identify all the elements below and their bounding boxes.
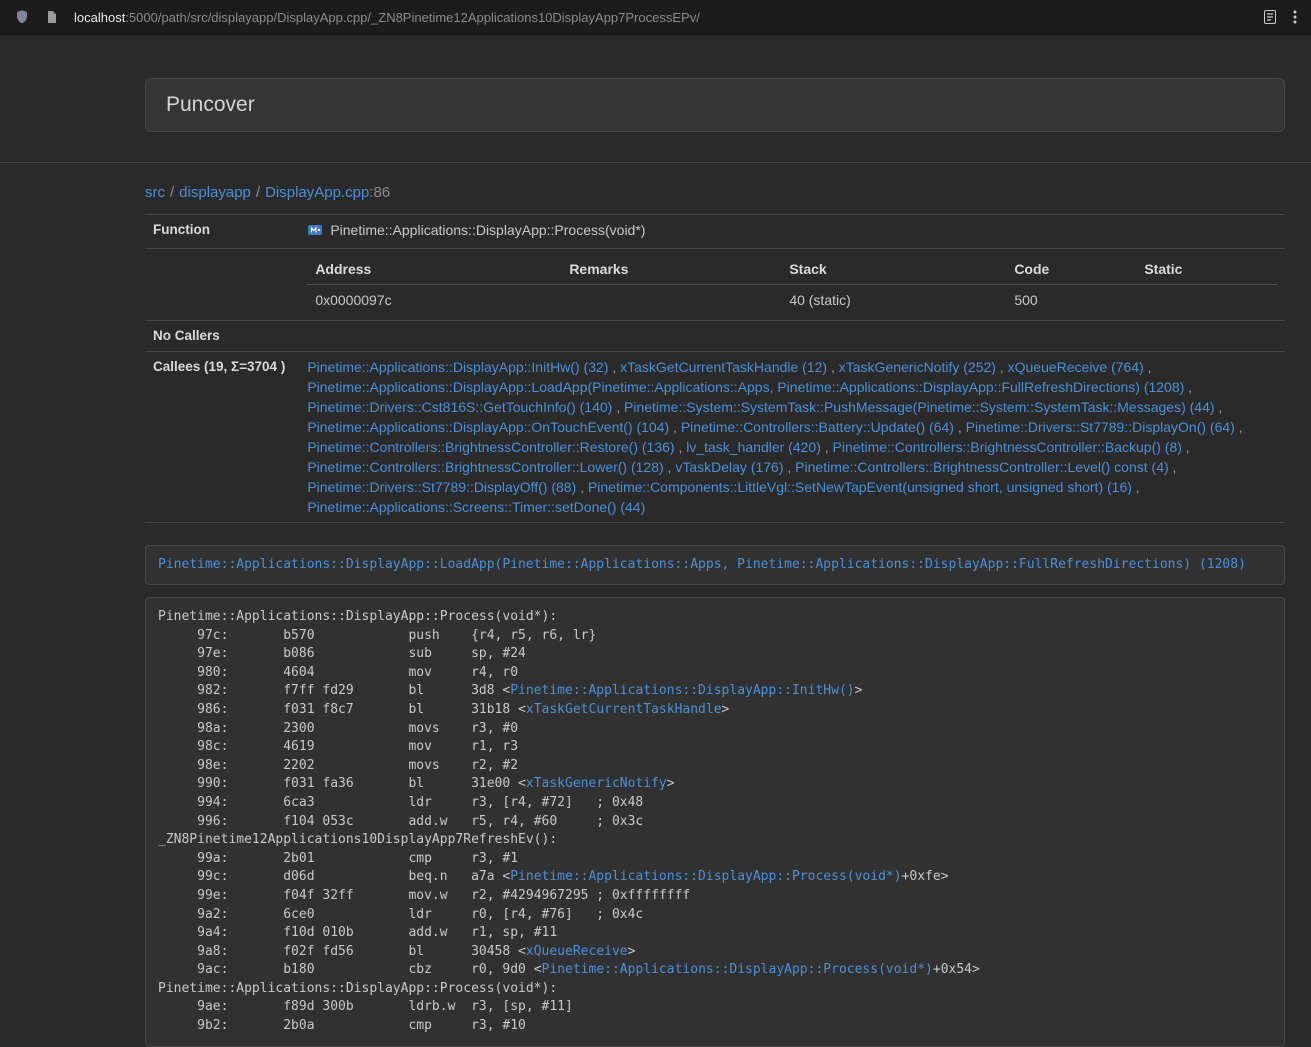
callee-separator: ,: [675, 439, 687, 455]
stats-header-row: Address Remarks Stack Code Static: [307, 254, 1277, 285]
stats-code-value: 500: [1006, 285, 1136, 316]
callees-label: Callees (19, Σ=3704 ): [145, 352, 293, 523]
callee-link[interactable]: xTaskGenericNotify (252): [839, 359, 996, 375]
callee-separator: ,: [1235, 419, 1243, 435]
no-callers-label: No Callers: [145, 321, 293, 352]
breadcrumb-separator: /: [256, 184, 260, 201]
callee-separator: ,: [1184, 379, 1192, 395]
page-title: Puncover: [166, 91, 1264, 119]
app-header-panel: Puncover: [145, 78, 1285, 132]
code-symbol-link[interactable]: Pinetime::Applications::DisplayApp::Proc…: [542, 962, 933, 977]
callee-separator: ,: [784, 459, 796, 475]
stats-value-row: 0x0000097c 40 (static) 500: [307, 285, 1277, 316]
url-path: :5000/path/src/displayapp/DisplayApp.cpp…: [125, 10, 700, 25]
callee-link[interactable]: Pinetime::Controllers::BrightnessControl…: [307, 459, 663, 475]
source-line-snippet: Pinetime::Applications::DisplayApp::Load…: [145, 545, 1285, 585]
callee-link[interactable]: lv_task_handler (420): [686, 439, 821, 455]
callees-list: Pinetime::Applications::DisplayApp::Init…: [307, 357, 1277, 517]
no-callers-row: No Callers: [145, 321, 1285, 352]
stats-stack-value: 40 (static): [781, 285, 1006, 316]
stats-header-static: Static: [1136, 254, 1277, 285]
callee-link[interactable]: Pinetime::Applications::DisplayApp::Init…: [307, 359, 608, 375]
callee-separator: ,: [954, 419, 966, 435]
function-row-label: Function: [145, 215, 293, 249]
function-table: Function Pinetime::Applications::Display…: [145, 214, 1285, 523]
callees-row: Callees (19, Σ=3704 ) Pinetime::Applicat…: [145, 352, 1285, 523]
stats-row-label: [145, 249, 293, 321]
code-symbol-link[interactable]: Pinetime::Applications::DisplayApp::Init…: [510, 683, 854, 698]
code-symbol-link[interactable]: xTaskGenericNotify: [526, 776, 667, 791]
snippet-symbol-link[interactable]: Pinetime::Applications::DisplayApp::Load…: [158, 557, 1246, 572]
callee-link[interactable]: Pinetime::Applications::Screens::Timer::…: [307, 499, 645, 515]
code-symbol-link[interactable]: xTaskGetCurrentTaskHandle: [526, 702, 722, 717]
url-host: localhost: [74, 10, 125, 25]
callee-link[interactable]: Pinetime::Components::LittleVgl::SetNewT…: [588, 479, 1132, 495]
callee-separator: ,: [1132, 479, 1140, 495]
disassembly-pre: Pinetime::Applications::DisplayApp::Proc…: [145, 597, 1285, 1047]
reader-mode-icon[interactable]: [1262, 9, 1278, 25]
stats-remarks-value: [561, 285, 781, 316]
callee-link[interactable]: Pinetime::Controllers::BrightnessControl…: [307, 439, 674, 455]
callee-separator: ,: [1215, 399, 1223, 415]
function-row: Function Pinetime::Applications::Display…: [145, 215, 1285, 249]
callee-separator: ,: [669, 419, 681, 435]
callee-link[interactable]: Pinetime::Drivers::Cst816S::GetTouchInfo…: [307, 399, 612, 415]
code-symbol-link[interactable]: Pinetime::Applications::DisplayApp::Proc…: [510, 869, 901, 884]
callee-link[interactable]: Pinetime::Controllers::BrightnessControl…: [795, 459, 1168, 475]
callee-link[interactable]: Pinetime::Controllers::BrightnessControl…: [833, 439, 1182, 455]
stats-header-code: Code: [1006, 254, 1136, 285]
breadcrumb-displayapp[interactable]: displayapp: [179, 184, 251, 201]
stats-address-value: 0x0000097c: [307, 285, 561, 316]
breadcrumb: src / displayapp / DisplayApp.cpp:86: [145, 184, 1285, 201]
callee-separator: ,: [608, 359, 620, 375]
shield-icon[interactable]: [14, 9, 30, 25]
breadcrumb-separator: /: [170, 184, 174, 201]
breadcrumb-src[interactable]: src: [145, 184, 165, 201]
stats-row: Address Remarks Stack Code Static 0x0000…: [145, 249, 1285, 321]
stats-table: Address Remarks Stack Code Static 0x0000…: [307, 254, 1277, 315]
breadcrumb-file[interactable]: DisplayApp.cpp: [265, 184, 369, 201]
callee-separator: ,: [664, 459, 676, 475]
stats-static-value: [1136, 285, 1277, 316]
callee-separator: ,: [1182, 439, 1190, 455]
callee-separator: ,: [821, 439, 833, 455]
callee-link[interactable]: Pinetime::System::SystemTask::PushMessag…: [624, 399, 1215, 415]
page-favicon-icon: [45, 10, 59, 24]
stats-header-stack: Stack: [781, 254, 1006, 285]
stats-header-remarks: Remarks: [561, 254, 781, 285]
breadcrumb-line-number: :86: [369, 184, 390, 201]
callee-link[interactable]: xTaskGetCurrentTaskHandle (12): [620, 359, 827, 375]
callee-link[interactable]: Pinetime::Drivers::St7789::DisplayOff() …: [307, 479, 576, 495]
stats-header-address: Address: [307, 254, 561, 285]
callee-link[interactable]: Pinetime::Controllers::Battery::Update()…: [681, 419, 954, 435]
menu-kebab-icon[interactable]: [1293, 9, 1297, 25]
code-symbol-link[interactable]: xQueueReceive: [526, 944, 628, 959]
callee-link[interactable]: Pinetime::Applications::DisplayApp::Load…: [307, 379, 1184, 395]
callee-link[interactable]: Pinetime::Drivers::St7789::DisplayOn() (…: [966, 419, 1235, 435]
callee-separator: ,: [996, 359, 1008, 375]
callee-link[interactable]: Pinetime::Applications::DisplayApp::OnTo…: [307, 419, 669, 435]
callee-link[interactable]: vTaskDelay (176): [675, 459, 783, 475]
callee-separator: ,: [1144, 359, 1152, 375]
callee-separator: ,: [827, 359, 839, 375]
divider: [0, 162, 1311, 163]
url-bar[interactable]: localhost:5000/path/src/displayapp/Displ…: [74, 10, 1247, 25]
callee-separator: ,: [1169, 459, 1177, 475]
callee-link[interactable]: xQueueReceive (764): [1008, 359, 1144, 375]
method-icon: [307, 222, 323, 243]
callee-separator: ,: [612, 399, 624, 415]
function-name: Pinetime::Applications::DisplayApp::Proc…: [330, 222, 645, 238]
browser-chrome: localhost:5000/path/src/displayapp/Displ…: [0, 0, 1311, 35]
callee-separator: ,: [576, 479, 588, 495]
